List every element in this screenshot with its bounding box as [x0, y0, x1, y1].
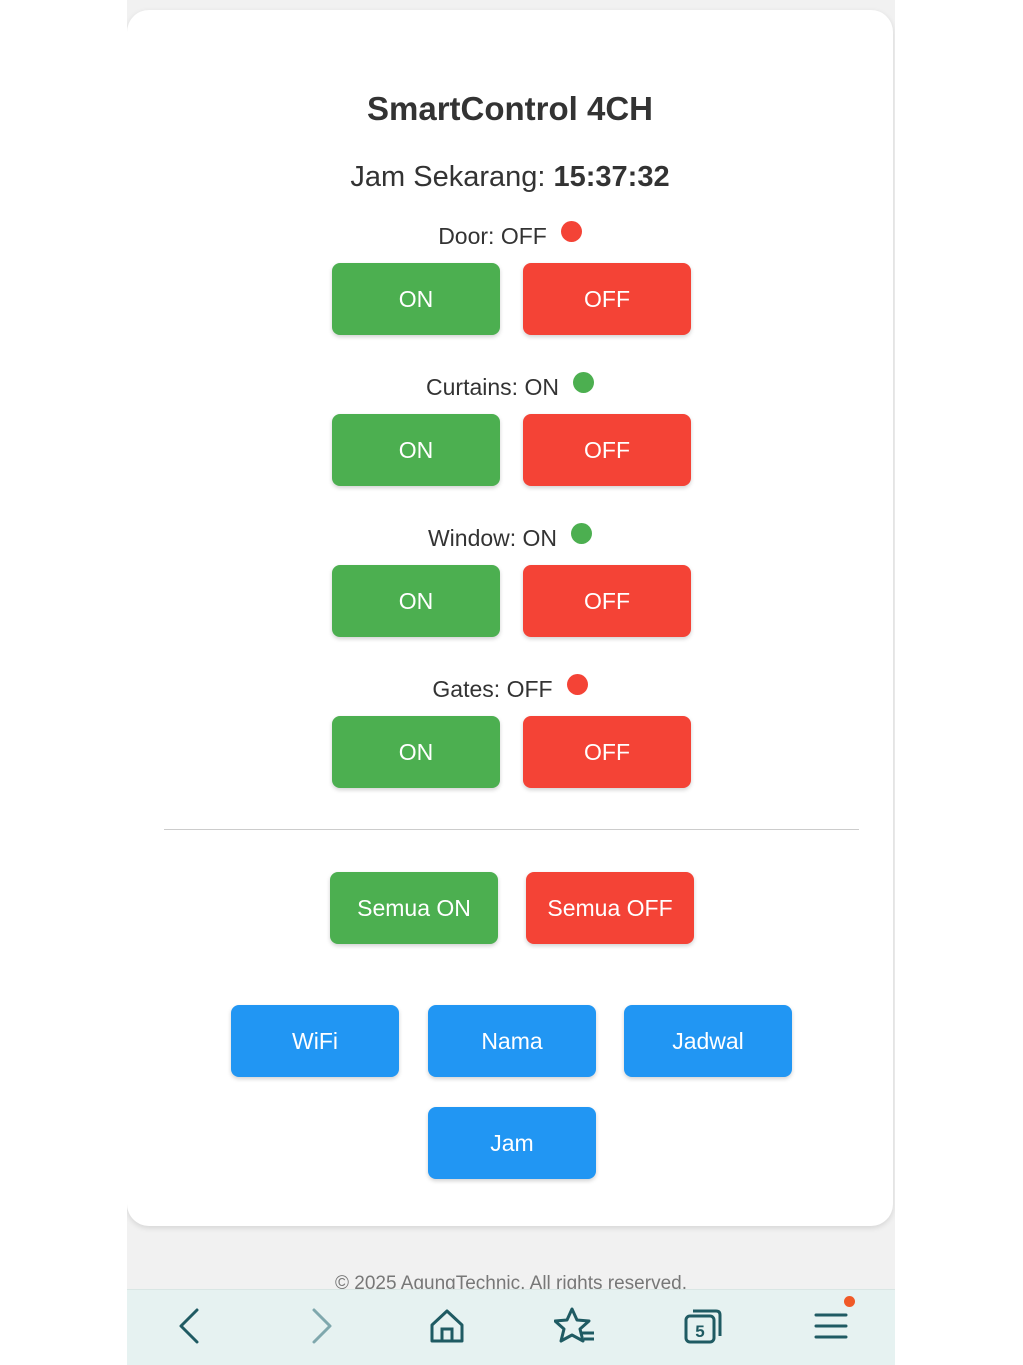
- browser-nav-bar: 5: [127, 1289, 895, 1365]
- tab-count: 5: [695, 1322, 704, 1341]
- clock-label: Jam Sekarang:: [350, 161, 546, 193]
- device-status-gates: Gates: OFF: [127, 674, 893, 703]
- clock-settings-button[interactable]: Jam: [428, 1107, 596, 1179]
- all-off-button[interactable]: Semua OFF: [526, 872, 694, 944]
- window-on-button[interactable]: ON: [332, 565, 500, 637]
- name-settings-button[interactable]: Nama: [428, 1005, 596, 1077]
- gates-off-button[interactable]: OFF: [523, 716, 691, 788]
- forward-icon[interactable]: [299, 1304, 343, 1348]
- status-dot-icon: [566, 674, 588, 695]
- page-title: SmartControl 4CH: [366, 90, 654, 127]
- status-dot-icon: [560, 221, 582, 242]
- current-time: Jam Sekarang: 15:37:32: [127, 161, 893, 194]
- wifi-settings-button[interactable]: WiFi: [231, 1005, 399, 1077]
- control-card: SmartControl 4CH Jam Sekarang: 15:37:32 …: [127, 10, 893, 1226]
- device-status-door: Door: OFF: [127, 221, 893, 250]
- device-label: Gates: OFF: [432, 676, 553, 702]
- tabs-icon[interactable]: 5: [681, 1304, 725, 1348]
- menu-icon[interactable]: [809, 1296, 855, 1348]
- back-icon[interactable]: [168, 1304, 212, 1348]
- device-label: Curtains: ON: [426, 374, 559, 400]
- bookmark-star-icon[interactable]: [553, 1304, 597, 1348]
- curtains-off-button[interactable]: OFF: [523, 414, 691, 486]
- device-status-curtains: Curtains: ON: [127, 372, 893, 401]
- curtains-on-button[interactable]: ON: [332, 414, 500, 486]
- door-off-button[interactable]: OFF: [523, 263, 691, 335]
- gates-on-button[interactable]: ON: [332, 716, 500, 788]
- home-icon[interactable]: [425, 1304, 469, 1348]
- status-dot-icon: [572, 372, 594, 393]
- device-label: Window: ON: [427, 525, 558, 551]
- schedule-settings-button[interactable]: Jadwal: [624, 1005, 792, 1077]
- divider: [164, 829, 859, 830]
- door-on-button[interactable]: ON: [332, 263, 500, 335]
- status-dot-icon: [571, 523, 593, 544]
- clock-time: 15:37:32: [553, 161, 670, 193]
- notification-dot-icon: [844, 1296, 855, 1307]
- window-off-button[interactable]: OFF: [523, 565, 691, 637]
- device-label: Door: OFF: [438, 223, 547, 249]
- device-status-window: Window: ON: [127, 523, 893, 552]
- browser-viewport: SmartControl 4CH Jam Sekarang: 15:37:32 …: [127, 0, 895, 1365]
- all-on-button[interactable]: Semua ON: [330, 872, 498, 944]
